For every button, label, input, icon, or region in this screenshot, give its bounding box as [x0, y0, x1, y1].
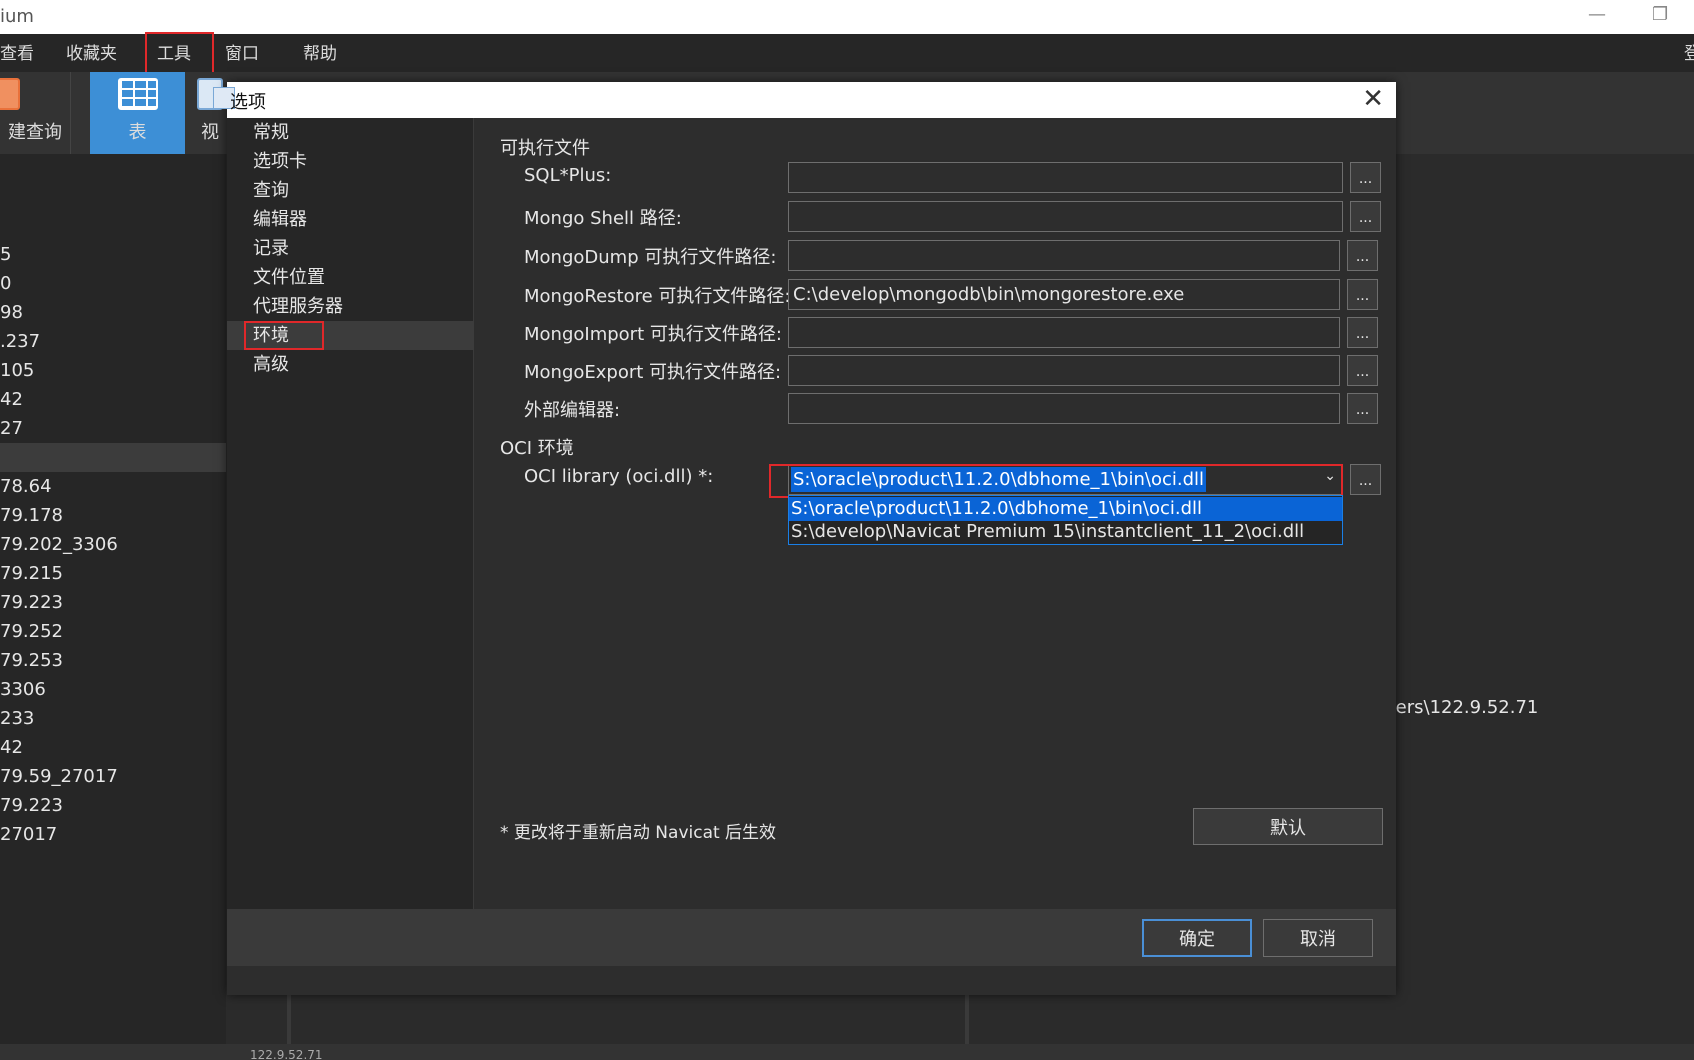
connection-item[interactable]: 27	[0, 414, 226, 443]
connection-item[interactable]: .237	[0, 327, 226, 356]
table-icon	[117, 78, 158, 110]
app-titlebar: ium — ❐	[0, 0, 1694, 34]
connection-item[interactable]: 79.223	[0, 588, 226, 617]
object-path-text: vers\122.9.52.71	[1385, 697, 1539, 718]
connection-item[interactable]: 0	[0, 269, 226, 298]
chevron-down-icon[interactable]: ⌄	[1324, 468, 1336, 484]
oci-option-oracle-home[interactable]: S:\oracle\product\11.2.0\dbhome_1\bin\oc…	[789, 497, 1342, 521]
external-editor-browse-button[interactable]: ...	[1347, 393, 1378, 424]
dialog-footer: 确定 取消	[227, 909, 1396, 966]
connection-item[interactable]: 233	[0, 704, 226, 733]
connection-item[interactable]: 79.178	[0, 501, 226, 530]
query-icon	[0, 78, 20, 110]
mongoexport-browse-button[interactable]: ...	[1347, 355, 1378, 386]
menu-view[interactable]: 查看	[0, 40, 34, 68]
mongorestore-path-input[interactable]: C:\develop\mongodb\bin\mongorestore.exe	[788, 279, 1340, 310]
sqlplus-label: SQL*Plus:	[524, 165, 612, 186]
connection-item[interactable]: 79.202_3306	[0, 530, 226, 559]
default-button[interactable]: 默认	[1193, 808, 1383, 845]
toolbar-divider	[70, 72, 71, 154]
nav-general[interactable]: 常规	[227, 118, 474, 147]
mongo-shell-label: Mongo Shell 路径:	[524, 208, 682, 229]
connection-item[interactable]: 98	[0, 298, 226, 327]
table-label: 表	[128, 122, 147, 143]
connection-item[interactable]: 42	[0, 733, 226, 762]
nav-editor[interactable]: 编辑器	[227, 205, 474, 234]
connection-item[interactable]: 79.215	[0, 559, 226, 588]
mongoimport-label: MongoImport 可执行文件路径:	[524, 324, 782, 345]
mongodump-path-input[interactable]	[788, 240, 1340, 271]
connection-item[interactable]: 79.223	[0, 791, 226, 820]
nav-query[interactable]: 查询	[227, 176, 474, 205]
connection-item[interactable]: 79.59_27017	[0, 762, 226, 791]
mongoimport-browse-button[interactable]: ...	[1347, 317, 1378, 348]
oci-library-label: OCI library (oci.dll) *:	[524, 466, 714, 487]
pane-divider	[965, 995, 969, 1045]
cancel-button[interactable]: 取消	[1263, 919, 1373, 957]
pane-divider	[287, 995, 291, 1045]
oci-library-selected-value: S:\oracle\product\11.2.0\dbhome_1\bin\oc…	[791, 467, 1207, 492]
mongodump-browse-button[interactable]: ...	[1347, 240, 1378, 271]
menu-favorites[interactable]: 收藏夹	[66, 40, 117, 68]
view-button[interactable]: 视	[195, 72, 225, 154]
connection-item[interactable]: 105	[0, 356, 226, 385]
mongoimport-path-input[interactable]	[788, 317, 1340, 348]
restart-note: * 更改将于重新启动 Navicat 后生效	[500, 823, 777, 843]
connection-item[interactable]: 27017	[0, 820, 226, 849]
object-info-panel	[1380, 154, 1694, 1044]
view-label: 视	[201, 122, 219, 143]
dialog-title: 选项	[230, 92, 266, 113]
connection-sidebar: 5 0 98 .237 105 42 27 78.64 79.178 79.20…	[0, 154, 226, 1050]
nav-file-location[interactable]: 文件位置	[227, 263, 474, 292]
mongo-shell-path-input[interactable]	[788, 201, 1343, 232]
mongoexport-label: MongoExport 可执行文件路径:	[524, 362, 782, 383]
close-icon[interactable]: ✕	[1362, 84, 1384, 114]
connection-item[interactable]: 3306	[0, 675, 226, 704]
nav-advanced[interactable]: 高级	[227, 350, 474, 379]
oci-library-combobox[interactable]: S:\oracle\product\11.2.0\dbhome_1\bin\oc…	[788, 464, 1343, 495]
connection-item[interactable]: 5	[0, 240, 226, 269]
dialog-titlebar: 选项 ✕	[213, 82, 1396, 118]
app-title: ium	[0, 6, 34, 27]
tools-menu-highlight	[145, 32, 214, 74]
external-editor-path-input[interactable]	[788, 393, 1340, 424]
oci-option-instantclient[interactable]: S:\develop\Navicat Premium 15\instantcli…	[789, 520, 1342, 544]
status-text: 122.9.52.71	[250, 1048, 323, 1060]
new-query-label: 建查询	[8, 122, 62, 143]
menu-bar: 查看 收藏夹 工具 窗口 帮助 登	[0, 34, 1694, 72]
sqlplus-browse-button[interactable]: ...	[1350, 162, 1381, 193]
connection-item[interactable]: 79.253	[0, 646, 226, 675]
options-dialog: 选项 ✕ 常规 选项卡 查询 编辑器 记录 文件位置 代理服务器 环境 高级 可…	[213, 82, 1396, 995]
nav-tabs[interactable]: 选项卡	[227, 147, 474, 176]
environment-settings-panel: 可执行文件 SQL*Plus: ... Mongo Shell 路径: ... …	[475, 118, 1396, 938]
mongoexport-path-input[interactable]	[788, 355, 1340, 386]
oci-library-dropdown-list: S:\oracle\product\11.2.0\dbhome_1\bin\oc…	[788, 495, 1343, 545]
external-editor-label: 外部编辑器:	[524, 400, 621, 421]
minimize-icon[interactable]: —	[1588, 4, 1606, 25]
menu-window[interactable]: 窗口	[225, 40, 259, 68]
restore-icon[interactable]: ❐	[1652, 4, 1668, 25]
connection-item-selected[interactable]	[0, 443, 226, 472]
mongorestore-browse-button[interactable]: ...	[1347, 279, 1378, 310]
mongodump-label: MongoDump 可执行文件路径:	[524, 247, 777, 268]
options-nav: 常规 选项卡 查询 编辑器 记录 文件位置 代理服务器 环境 高级	[227, 118, 474, 938]
sqlplus-path-input[interactable]	[788, 162, 1343, 193]
nav-proxy[interactable]: 代理服务器	[227, 292, 474, 321]
connection-item[interactable]: 78.64	[0, 472, 226, 501]
menu-login-fragment[interactable]: 登	[1684, 40, 1694, 68]
environment-nav-highlight	[244, 321, 324, 350]
mongo-shell-browse-button[interactable]: ...	[1350, 201, 1381, 232]
ok-button[interactable]: 确定	[1142, 919, 1252, 957]
menu-help[interactable]: 帮助	[303, 40, 337, 68]
oci-library-browse-button[interactable]: ...	[1350, 464, 1381, 495]
executables-section-title: 可执行文件	[500, 138, 590, 159]
table-button[interactable]: 表	[90, 72, 185, 154]
oci-section-title: OCI 环境	[500, 438, 574, 459]
nav-records[interactable]: 记录	[227, 234, 474, 263]
new-query-button[interactable]: 建查询	[0, 72, 70, 154]
mongorestore-label: MongoRestore 可执行文件路径:	[524, 286, 791, 307]
connection-item[interactable]: 79.252	[0, 617, 226, 646]
connection-item[interactable]: 42	[0, 385, 226, 414]
